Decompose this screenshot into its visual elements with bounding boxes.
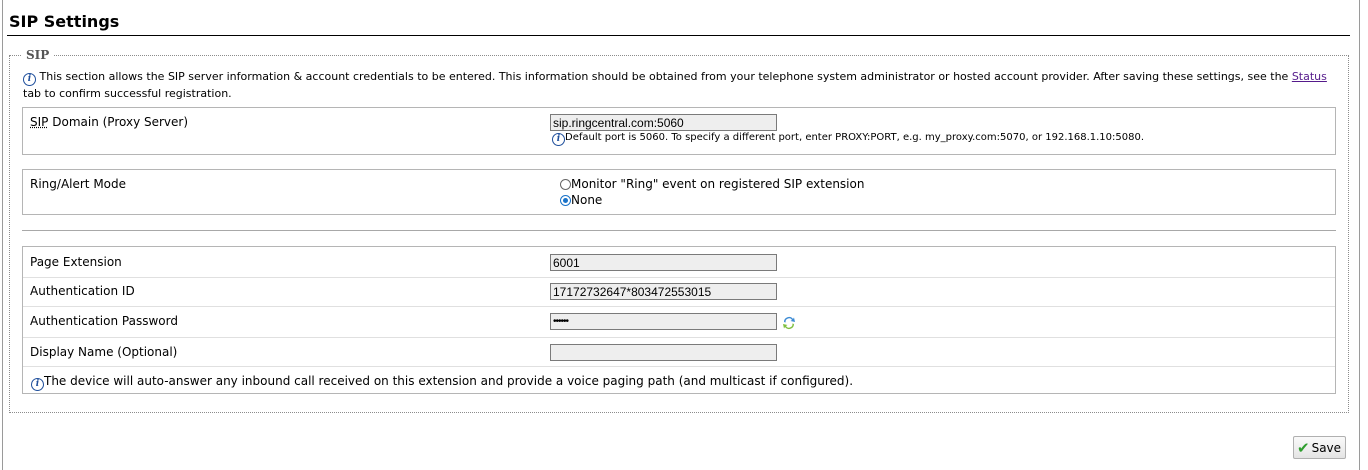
- account-note-text: The device will auto-answer any inbound …: [44, 374, 854, 388]
- sip-domain-label-text: Domain (Proxy Server): [52, 115, 189, 129]
- auth-password-input[interactable]: ••••••: [550, 313, 777, 330]
- info-icon: i: [23, 73, 36, 86]
- sip-abbr: SIP: [30, 115, 49, 129]
- info-icon: i: [552, 133, 565, 146]
- auth-password-label: Authentication Password: [30, 314, 178, 328]
- account-note: i The device will auto-answer any inbound…: [31, 374, 853, 391]
- checkmark-icon: ✔: [1297, 438, 1310, 457]
- title-rule: [7, 35, 1350, 36]
- section-divider: [22, 230, 1336, 231]
- page-title: SIP Settings: [9, 12, 120, 31]
- radio-monitor[interactable]: [560, 179, 571, 190]
- display-name-input[interactable]: [550, 344, 777, 361]
- sip-domain-label: SIP Domain (Proxy Server): [30, 115, 188, 129]
- ring-mode-box: [22, 169, 1336, 215]
- sip-domain-hint: i Default port is 5060. To specify a diff…: [552, 132, 1144, 146]
- display-name-label: Display Name (Optional): [30, 345, 178, 359]
- intro-text-after: tab to confirm successful registration.: [23, 87, 232, 100]
- row-separator: [23, 337, 1335, 338]
- radio-none-label: None: [571, 193, 603, 207]
- auth-id-input[interactable]: 17172732647*803472553015: [550, 283, 777, 300]
- ring-mode-option-monitor[interactable]: Monitor "Ring" event on registered SIP e…: [560, 177, 864, 191]
- save-button[interactable]: ✔ Save: [1293, 436, 1346, 459]
- intro-text: This section allows the SIP server infor…: [39, 70, 1289, 83]
- row-separator: [23, 366, 1335, 367]
- sip-domain-input[interactable]: sip.ringcentral.com:5060: [550, 114, 777, 131]
- status-tab-link[interactable]: Status: [1292, 70, 1327, 83]
- info-icon: i: [31, 378, 44, 391]
- radio-monitor-label: Monitor "Ring" event on registered SIP e…: [571, 177, 865, 191]
- auth-id-label: Authentication ID: [30, 284, 135, 298]
- sip-domain-hint-text: Default port is 5060. To specify a diffe…: [565, 132, 1145, 143]
- ring-mode-label: Ring/Alert Mode: [30, 177, 127, 191]
- row-separator: [23, 277, 1335, 278]
- radio-none[interactable]: [560, 195, 571, 206]
- section-intro: i This section allows the SIP server inf…: [23, 69, 1333, 102]
- row-separator: [23, 306, 1335, 307]
- refresh-icon[interactable]: [781, 315, 797, 331]
- save-button-label: Save: [1311, 440, 1342, 455]
- page-extension-input[interactable]: 6001: [550, 254, 777, 271]
- ring-mode-option-none[interactable]: None: [560, 193, 602, 207]
- page-extension-label: Page Extension: [30, 255, 122, 269]
- sip-legend: SIP: [22, 48, 54, 62]
